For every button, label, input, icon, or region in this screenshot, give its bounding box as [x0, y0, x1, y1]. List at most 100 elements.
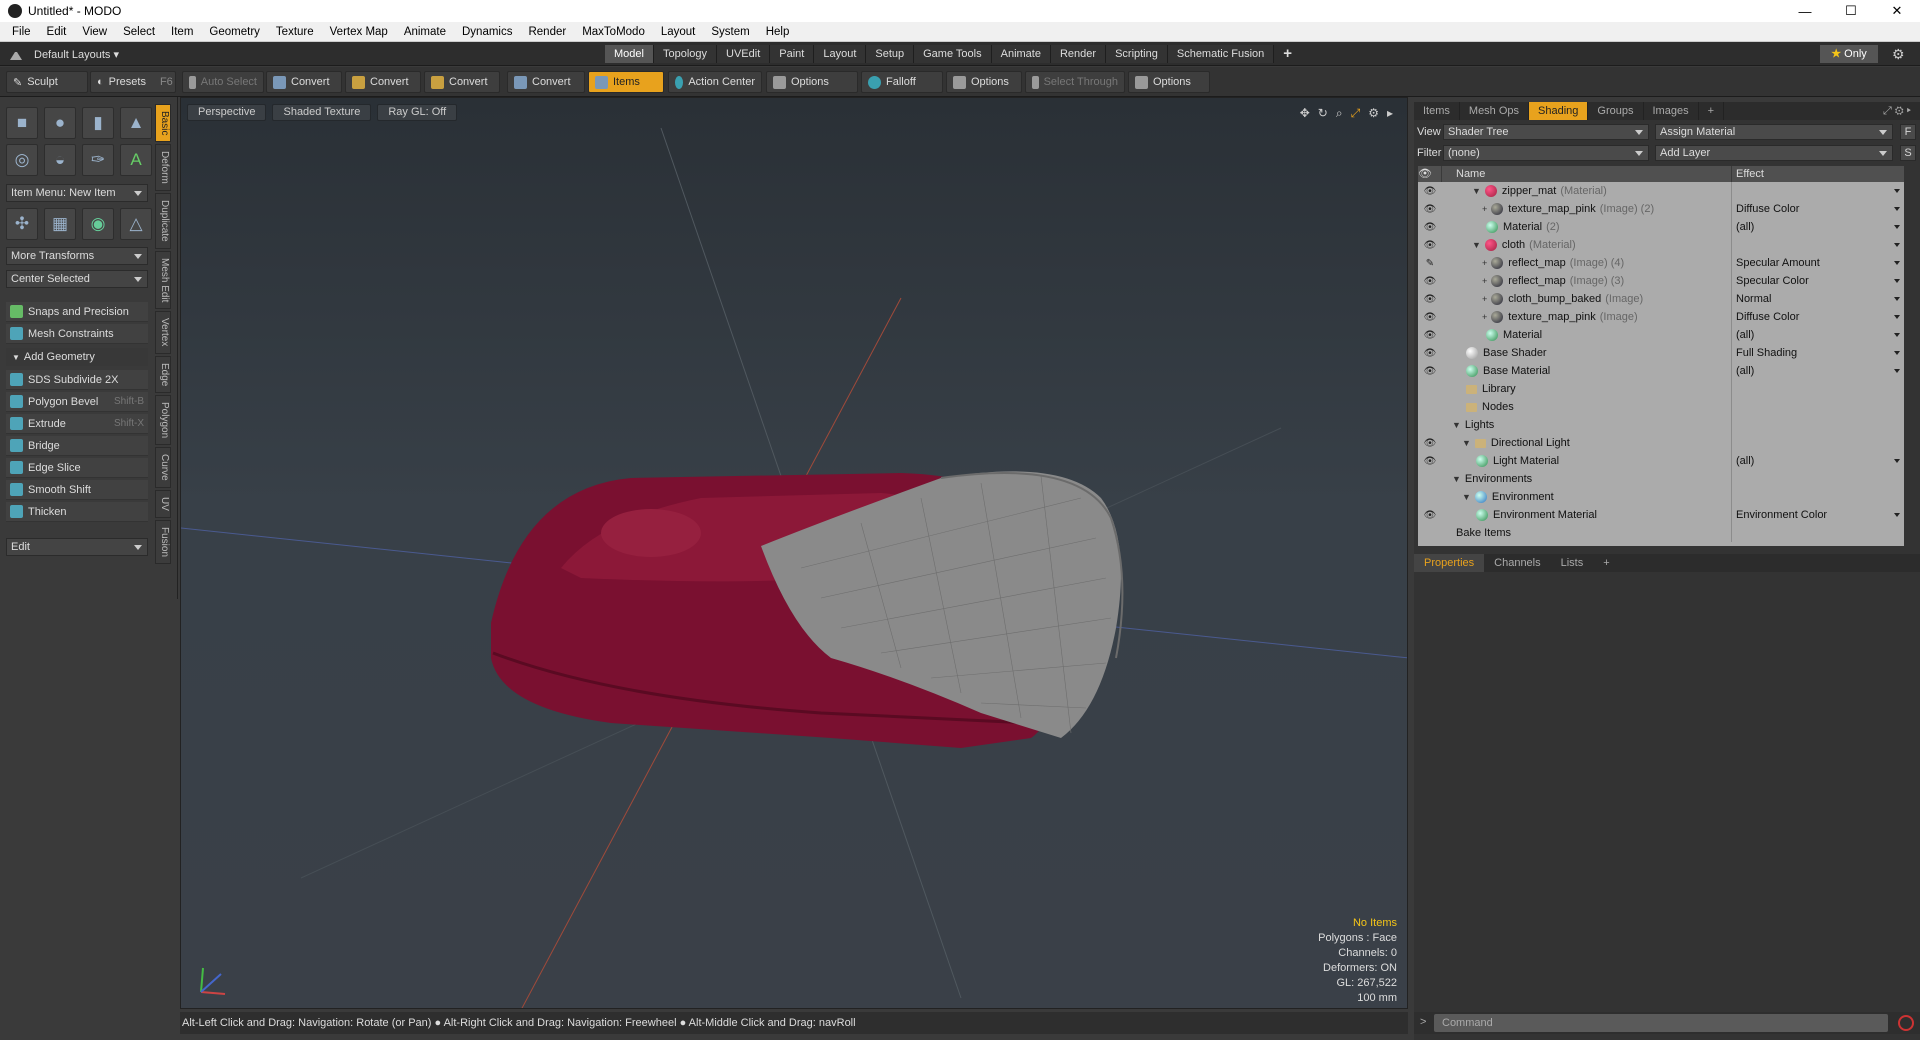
menu-geometry[interactable]: Geometry	[201, 26, 268, 38]
effect-dropdown[interactable]: Normal	[1732, 290, 1904, 308]
more-transforms-dropdown[interactable]: More Transforms	[6, 247, 148, 265]
visibility-icon[interactable]	[1418, 470, 1442, 488]
effect-dropdown[interactable]	[1732, 416, 1904, 434]
tool-thicken[interactable]: Thicken	[6, 502, 148, 522]
tab-groups[interactable]: Groups	[1588, 102, 1644, 120]
items-mode-button[interactable]: Items	[588, 71, 664, 93]
visibility-icon[interactable]: 👁	[1418, 218, 1442, 236]
visibility-icon[interactable]: 👁	[1418, 182, 1442, 200]
shader-tree-row[interactable]: ▼ Environments	[1418, 470, 1904, 488]
shader-tree-row[interactable]: 👁 + reflect_map (Image) (3) Specular Color	[1418, 272, 1904, 290]
name-column-header[interactable]: Name	[1442, 166, 1732, 182]
only-button[interactable]: ★ Only	[1820, 45, 1878, 63]
expand-toggle-icon[interactable]: ▼	[1462, 492, 1471, 502]
visibility-icon[interactable]: ✎	[1418, 254, 1442, 272]
shader-tree-row[interactable]: 👁 ▼ Directional Light	[1418, 434, 1904, 452]
expand-toggle-icon[interactable]: +	[1482, 276, 1487, 286]
convert-vertices-button[interactable]: Convert	[266, 71, 342, 93]
3d-viewport[interactable]: Perspective Shaded Texture Ray GL: Off ✥…	[180, 97, 1408, 1009]
expand-toggle-icon[interactable]: +	[1482, 258, 1487, 268]
add-tab-icon[interactable]: +	[1593, 554, 1619, 572]
center-selected-dropdown[interactable]: Center Selected	[6, 270, 148, 288]
effect-dropdown[interactable]	[1732, 236, 1904, 254]
effect-dropdown[interactable]: (all)	[1732, 218, 1904, 236]
mesh-constraints-button[interactable]: Mesh Constraints	[6, 324, 148, 344]
transform-icon[interactable]: ✣	[6, 208, 38, 240]
vtab-fusion[interactable]: Fusion	[155, 519, 171, 564]
tab-topology[interactable]: Topology	[653, 45, 718, 63]
menu-vertex-map[interactable]: Vertex Map	[322, 26, 396, 38]
shader-tree-row[interactable]: 👁 Light Material (all)	[1418, 452, 1904, 470]
shader-tree-row[interactable]: ▼ Lights	[1418, 416, 1904, 434]
shader-tree-row[interactable]: 👁 + texture_map_pink (Image) Diffuse Color	[1418, 308, 1904, 326]
visibility-icon[interactable]: 👁	[1418, 200, 1442, 218]
vtab-duplicate[interactable]: Duplicate	[155, 193, 171, 249]
expand-toggle-icon[interactable]: ▼	[1452, 420, 1461, 430]
text-tool-icon[interactable]: A	[120, 144, 152, 176]
effect-dropdown[interactable]	[1732, 470, 1904, 488]
effect-dropdown[interactable]	[1732, 524, 1904, 542]
vtab-mesh-edit[interactable]: Mesh Edit	[155, 250, 171, 310]
menu-select[interactable]: Select	[115, 26, 163, 38]
tool-smooth-shift[interactable]: Smooth Shift	[6, 480, 148, 500]
tab-shading[interactable]: Shading	[1529, 102, 1589, 120]
effect-dropdown[interactable]: (all)	[1732, 326, 1904, 344]
effect-dropdown[interactable]	[1732, 398, 1904, 416]
effect-dropdown[interactable]: Specular Color	[1732, 272, 1904, 290]
visibility-icon[interactable]: 👁	[1418, 362, 1442, 380]
effect-dropdown[interactable]	[1732, 380, 1904, 398]
maximize-view-icon[interactable]: ⤢	[1351, 106, 1361, 121]
s-button[interactable]: S	[1900, 145, 1916, 161]
action-center-options-button[interactable]: Options	[766, 71, 858, 93]
effect-column-header[interactable]: Effect	[1732, 166, 1764, 182]
menu-maxtomodo[interactable]: MaxToModo	[574, 26, 653, 38]
menu-item[interactable]: Item	[163, 26, 201, 38]
pen-tool-icon[interactable]: ✑	[82, 144, 114, 176]
grid-icon[interactable]: ▦	[44, 208, 76, 240]
visibility-icon[interactable]: 👁	[1418, 506, 1442, 524]
shader-tree-row[interactable]: Bake Items	[1418, 524, 1904, 542]
menu-layout[interactable]: Layout	[653, 26, 704, 38]
sphere-icon[interactable]: ●	[44, 107, 76, 139]
expand-toggle-icon[interactable]: +	[1482, 312, 1487, 322]
visibility-icon[interactable]	[1418, 416, 1442, 434]
minimize-button[interactable]: —	[1782, 0, 1828, 22]
shader-tree-row[interactable]: Library	[1418, 380, 1904, 398]
vtab-uv[interactable]: UV	[155, 489, 171, 518]
f-button[interactable]: F	[1900, 124, 1916, 140]
visibility-icon[interactable]: 👁	[1418, 344, 1442, 362]
menu-animate[interactable]: Animate	[396, 26, 454, 38]
tool-sds-subdivide[interactable]: SDS Subdivide 2X	[6, 370, 148, 390]
visibility-icon[interactable]	[1418, 398, 1442, 416]
tool-polygon-bevel[interactable]: Polygon Bevel Shift-B	[6, 392, 148, 412]
tab-paint[interactable]: Paint	[770, 45, 815, 63]
raygl-button[interactable]: Ray GL: Off	[377, 104, 458, 121]
effect-dropdown[interactable]	[1732, 434, 1904, 452]
menu-system[interactable]: System	[703, 26, 757, 38]
tool-extrude[interactable]: Extrude Shift-X	[6, 414, 148, 434]
expand-toggle-icon[interactable]: ▼	[1462, 438, 1471, 448]
snaps-precision-button[interactable]: Snaps and Precision	[6, 302, 148, 322]
assign-material-select[interactable]: Assign Material	[1655, 124, 1893, 140]
effect-dropdown[interactable]: Diffuse Color	[1732, 200, 1904, 218]
visibility-icon[interactable]: 👁	[1418, 308, 1442, 326]
shading-mode-button[interactable]: Shaded Texture	[272, 104, 372, 121]
vtab-vertex[interactable]: Vertex	[155, 311, 171, 354]
expand-toggle-icon[interactable]: ▼	[1472, 186, 1481, 196]
shader-tree-row[interactable]: 👁 Base Material (all)	[1418, 362, 1904, 380]
tab-model[interactable]: Model	[605, 45, 654, 63]
panel-settings-icon[interactable]: ⤢ ⚙ ▸	[1874, 102, 1920, 120]
tool-edge-slice[interactable]: Edge Slice	[6, 458, 148, 478]
vtab-deform[interactable]: Deform	[155, 144, 171, 192]
select-options-button[interactable]: Options	[1128, 71, 1210, 93]
cone-icon[interactable]: ▲	[120, 107, 152, 139]
visibility-icon[interactable]	[1418, 488, 1442, 506]
vtab-basic[interactable]: Basic	[155, 104, 171, 143]
tab-items[interactable]: Items	[1414, 102, 1460, 120]
capsule-icon[interactable]: ◒	[44, 144, 76, 176]
convert-materials-button[interactable]: Convert	[507, 71, 585, 93]
effect-dropdown[interactable]: (all)	[1732, 362, 1904, 380]
shader-tree-row[interactable]: 👁 Base Shader Full Shading	[1418, 344, 1904, 362]
tab-animate[interactable]: Animate	[991, 45, 1051, 63]
default-layouts-dropdown[interactable]: Default Layouts ▾	[4, 45, 119, 63]
